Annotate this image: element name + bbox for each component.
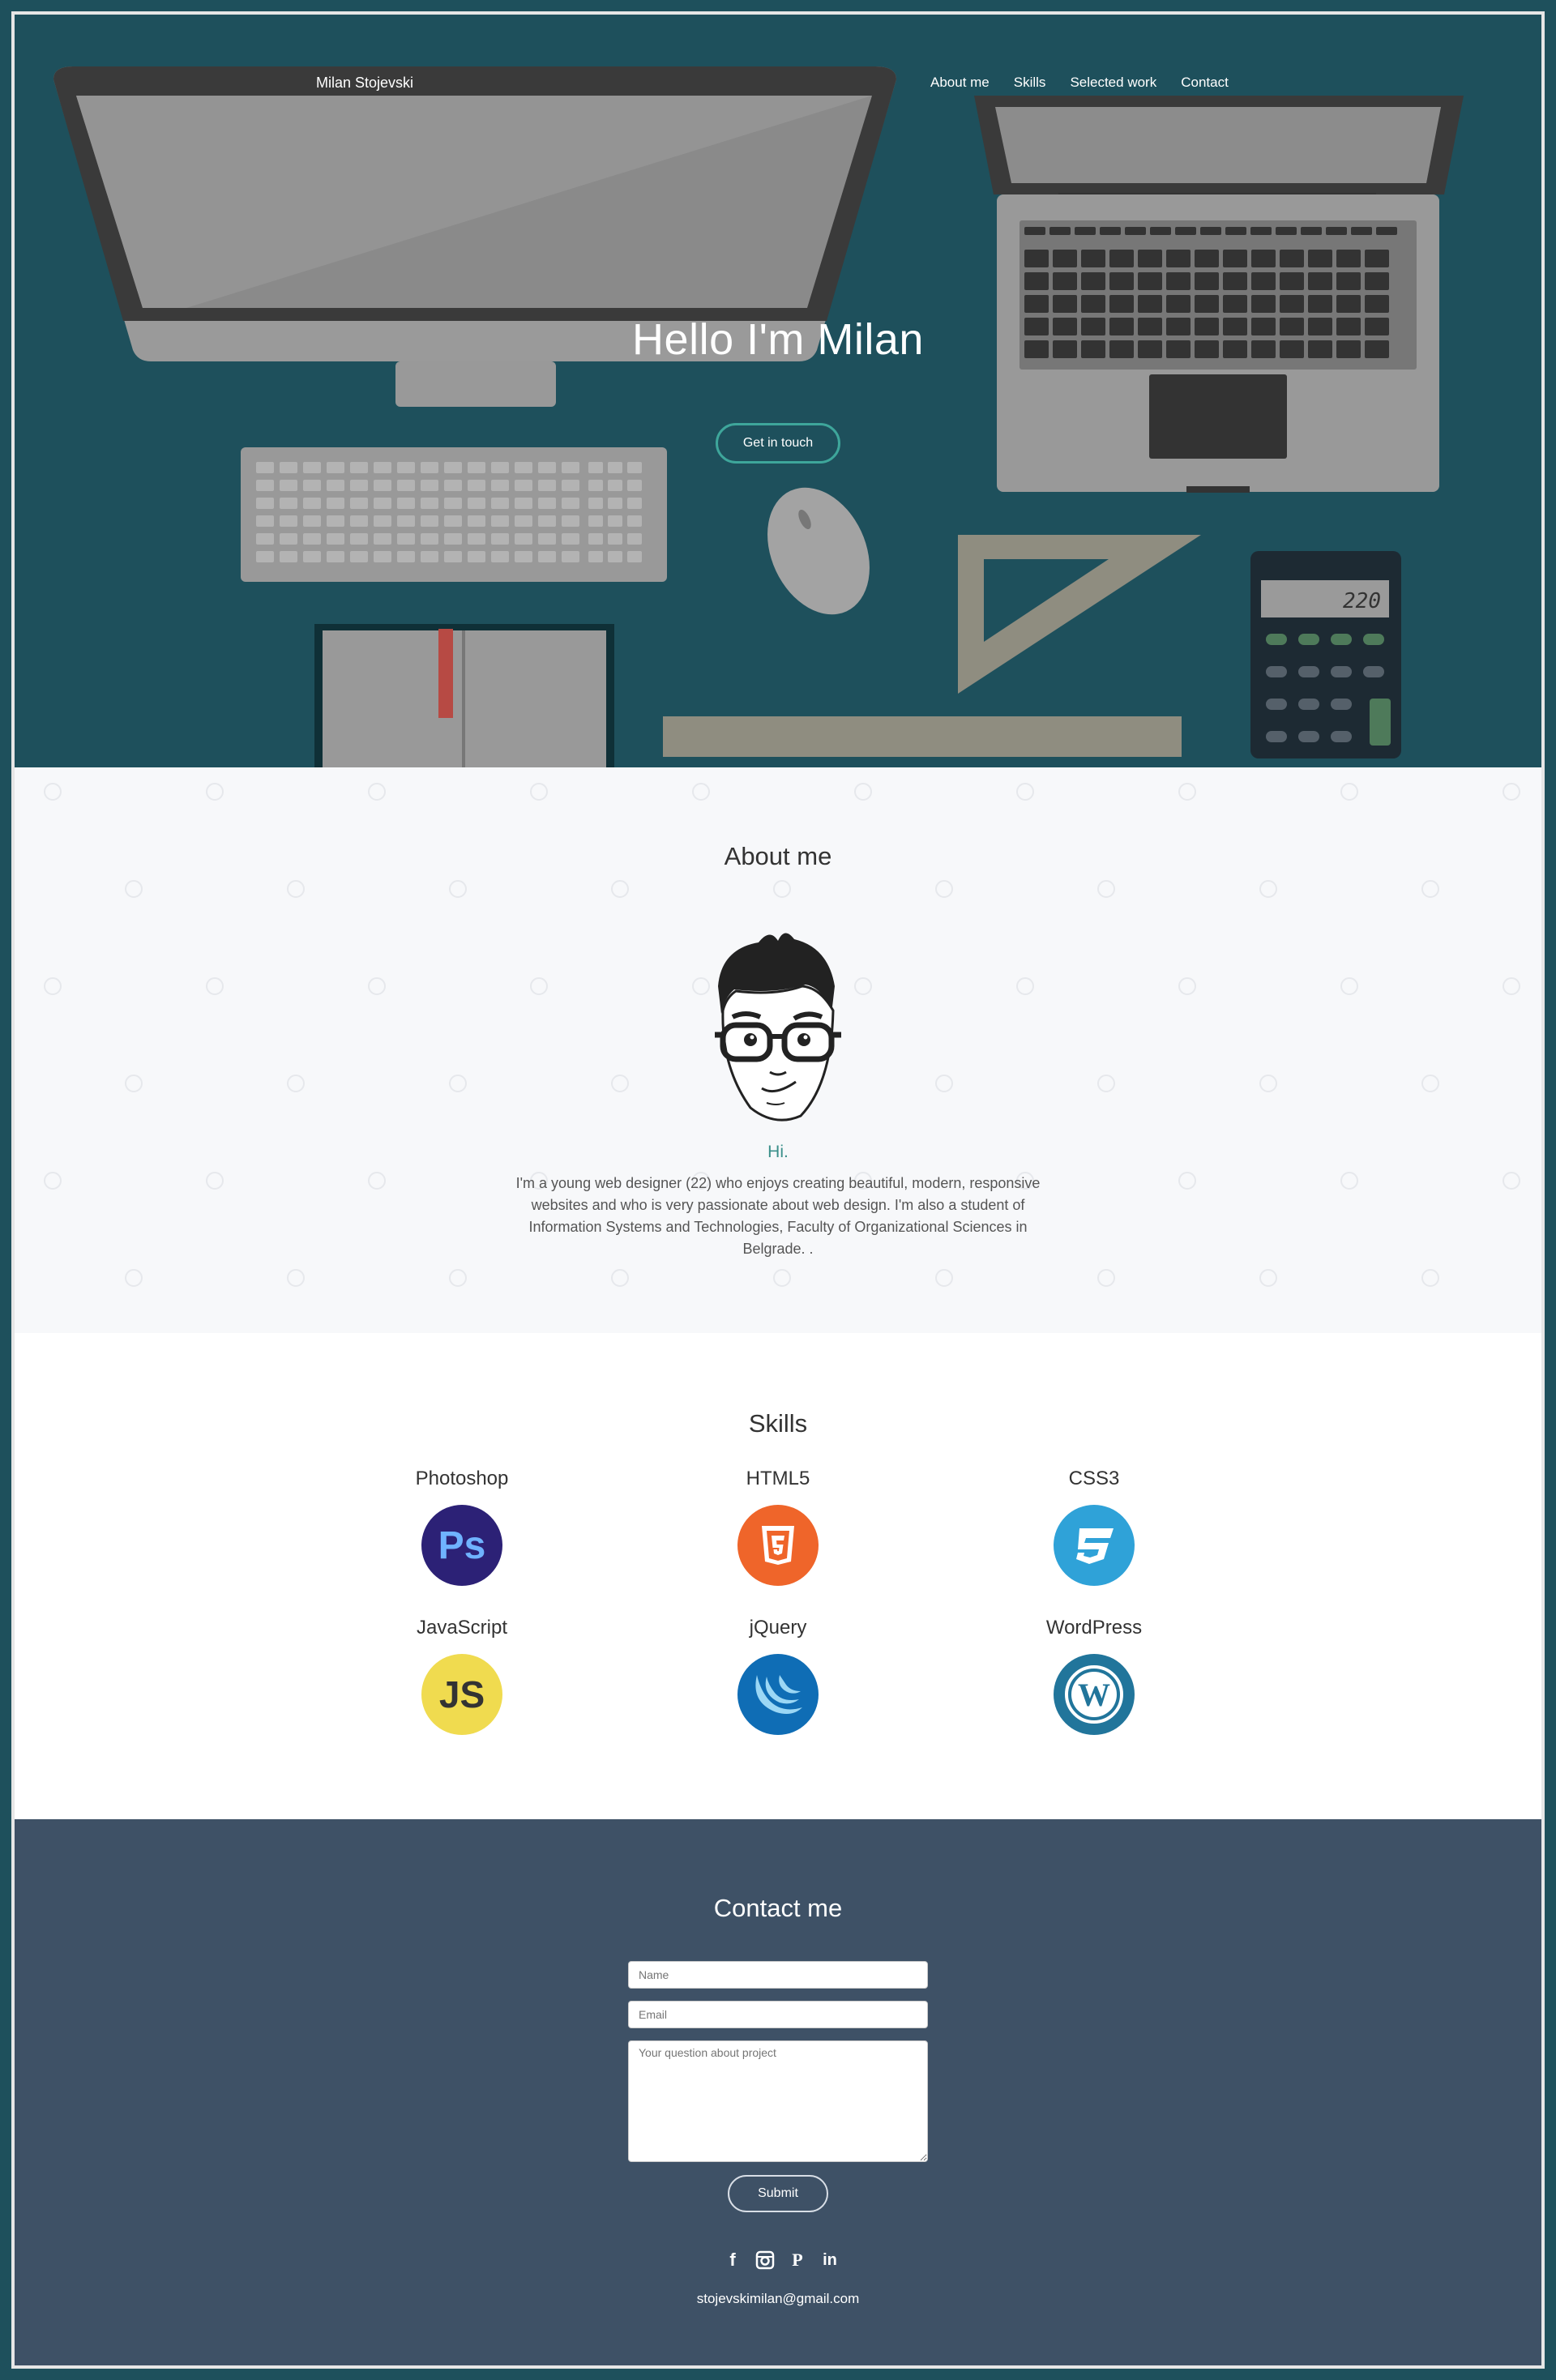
skill-html5: HTML5 xyxy=(681,1468,875,1586)
triangle-ruler-illustration xyxy=(958,535,1201,694)
skill-label: jQuery xyxy=(749,1617,807,1639)
skill-css3: CSS3 xyxy=(997,1468,1191,1586)
contact-title: Contact me xyxy=(713,1894,843,1922)
desk-illustration: 220 xyxy=(53,66,1464,767)
submit-button[interactable]: Submit xyxy=(728,2175,828,2212)
calculator-illustration: 220 xyxy=(1250,551,1401,758)
about-section: About me Hi. I'm a young web designer (2… xyxy=(0,767,1556,1333)
message-field[interactable] xyxy=(628,2040,928,2162)
email-field[interactable] xyxy=(628,2001,928,2028)
nav-item-contact[interactable]: Contact xyxy=(1181,75,1229,91)
social-links: f P in xyxy=(721,2249,841,2271)
skill-jquery: jQuery xyxy=(681,1617,875,1735)
about-greeting: Hi. xyxy=(767,1143,789,1161)
contact-email[interactable]: stojevskimilan@gmail.com xyxy=(0,2291,1556,2307)
skill-label: JavaScript xyxy=(416,1617,508,1639)
notebook-illustration xyxy=(314,624,614,767)
calculator-display: 220 xyxy=(1343,589,1381,613)
site-brand[interactable]: Milan Stojevski xyxy=(316,75,413,92)
main-nav: About me Skills Selected work Contact xyxy=(930,75,1229,91)
mouse-illustration xyxy=(767,487,870,615)
skill-label: Photoshop xyxy=(415,1468,509,1489)
ruler-illustration xyxy=(663,716,1182,757)
facebook-icon[interactable]: f xyxy=(721,2249,744,2271)
about-bio: I'm a young web designer (22) who enjoys… xyxy=(515,1175,1041,1257)
about-title: About me xyxy=(724,842,832,870)
css3-icon xyxy=(1054,1505,1135,1586)
skills-section: Skills Photoshop Ps HTML5 CSS3 JavaScrip… xyxy=(0,1333,1556,1819)
laptop-illustration xyxy=(974,96,1464,493)
nav-item-selected-work[interactable]: Selected work xyxy=(1070,75,1156,91)
skill-label: HTML5 xyxy=(746,1468,810,1489)
wordpress-icon: W xyxy=(1054,1654,1135,1735)
skill-javascript: JavaScript JS xyxy=(365,1617,559,1735)
name-field[interactable] xyxy=(628,1961,928,1989)
photoshop-icon: Ps xyxy=(421,1505,502,1586)
hero-section: 220 Milan Stojevski About me Skills Sele… xyxy=(0,0,1556,767)
jquery-icon xyxy=(737,1654,819,1735)
nav-item-about[interactable]: About me xyxy=(930,75,990,91)
skill-label: WordPress xyxy=(1045,1617,1143,1639)
javascript-icon: JS xyxy=(421,1654,502,1735)
skills-title: Skills xyxy=(748,1409,808,1438)
svg-text:W: W xyxy=(1078,1677,1110,1713)
get-in-touch-button[interactable]: Get in touch xyxy=(716,423,840,464)
skill-photoshop: Photoshop Ps xyxy=(365,1468,559,1586)
html5-icon xyxy=(737,1505,819,1586)
linkedin-icon[interactable]: in xyxy=(819,2249,841,2271)
nav-item-skills[interactable]: Skills xyxy=(1014,75,1046,91)
skill-wordpress: WordPress W xyxy=(997,1617,1191,1735)
avatar xyxy=(715,933,841,1122)
hero-title: Hello I'm Milan xyxy=(632,315,924,364)
instagram-icon[interactable] xyxy=(754,2249,776,2271)
skill-label: CSS3 xyxy=(1068,1468,1120,1489)
pinterest-icon[interactable]: P xyxy=(786,2249,809,2271)
